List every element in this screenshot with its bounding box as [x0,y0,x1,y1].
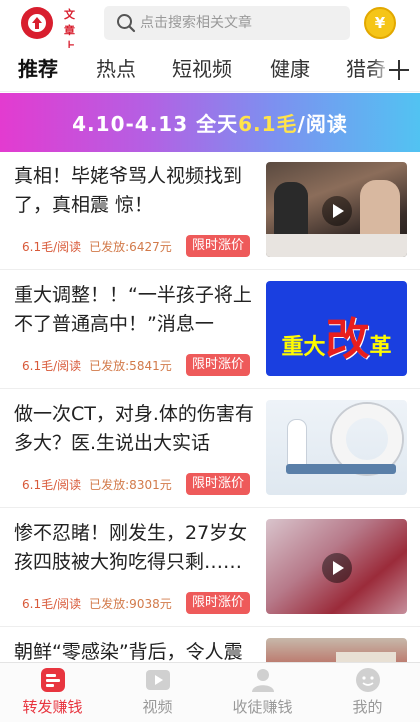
article-title[interactable]: 朝鲜“零感染”背后，令人震惊 [14,638,258,662]
add-channel-icon[interactable] [388,59,410,81]
tab-health[interactable]: 健康 [270,56,310,82]
read-rate: 6.1毛/阅读 [22,597,82,611]
read-rate: 6.1毛/阅读 [22,240,82,254]
nav-label: 视频 [142,698,173,716]
banner-text: 4.10-4.13 全天6.1毛/阅读 [0,108,420,137]
article-meta: 6.1毛/阅读 已发放:6427元 [22,238,172,255]
banner-suffix: /阅读 [297,112,348,136]
read-rate: 6.1毛/阅读 [22,359,82,373]
thumb-caption-small: 重大 [281,335,326,360]
search-icon [117,14,136,33]
video-icon [146,670,170,690]
article-item[interactable]: 真相！毕姥爷骂人视频找到了，真相震 惊！ 6.1毛/阅读 已发放:6427元 限时… [0,152,420,270]
article-thumbnail[interactable] [266,519,407,614]
nav-share-earn[interactable]: 转发赚钱 [0,663,105,722]
tab-hot[interactable]: 热点 [96,56,136,82]
nav-label: 我的 [352,698,383,716]
thumb-bed [286,464,396,474]
upload-logo-icon[interactable] [20,6,54,40]
article-meta: 6.1毛/阅读 已发放:9038元 [22,595,172,612]
article-title[interactable]: 惨不忍睹！刚发生，27岁女孩四肢被大狗吃得只剩…… [14,519,258,577]
bottom-nav: 转发赚钱 视频 收徒赚钱 我的 [0,662,420,722]
coin-icon[interactable]: ¥ [364,7,396,39]
tab-recommend[interactable]: 推荐 [18,56,58,82]
article-feed: 真相！毕姥爷骂人视频找到了，真相震 惊！ 6.1毛/阅读 已发放:6427元 限时… [0,152,420,662]
thumb-figure [274,182,308,242]
article-meta: 6.1毛/阅读 已发放:8301元 [22,476,172,493]
article-item[interactable]: 惨不忍睹！刚发生，27岁女孩四肢被大狗吃得只剩…… 6.1毛/阅读 已发放:903… [0,509,420,627]
article-title[interactable]: 真相！毕姥爷骂人视频找到了，真相震 惊！ [14,162,258,220]
thumb-caption: 重大改革 [266,303,407,367]
article-item[interactable]: 朝鲜“零感染”背后，令人震惊 [0,628,420,662]
article-item[interactable]: 重大调整！！“一半孩子将上不了普通高中！”消息一出…… 6.1毛/阅读已发放:5… [0,271,420,389]
thumb-figure [288,420,306,468]
nav-video[interactable]: 视频 [105,663,210,722]
banner-prefix: 4.10-4.13 全天 [72,112,239,136]
thumb-building [336,652,396,662]
play-icon[interactable] [322,553,352,583]
nav-recruit-earn[interactable]: 收徒赚钱 [210,663,315,722]
play-icon[interactable] [322,196,352,226]
app-header: 文章上传 ¥ [0,0,420,69]
article-thumbnail[interactable]: 重大改革 [266,281,407,376]
article-title[interactable]: 做一次CT，对身.体的伤害有多大？医.生说出大实话 [14,400,258,458]
share-earn-icon [41,668,65,692]
promo-badge: 限时涨价 [186,235,251,257]
banner-highlight: 6.1毛 [238,112,298,136]
nav-profile[interactable]: 我的 [315,663,420,722]
search-bar[interactable] [104,6,350,40]
nav-label: 转发赚钱 [22,698,83,716]
promo-badge: 限时涨价 [186,473,251,495]
paid-amount: 已发放:6427元 [89,240,172,254]
article-meta: 6.1毛/阅读 已发放:5841元 [22,357,172,374]
paid-amount: 已发放:5841元 [89,359,172,373]
tab-short-video[interactable]: 短视频 [172,56,232,82]
article-thumbnail[interactable] [266,162,407,257]
thumb-caption-big: 改 [325,314,370,365]
article-thumbnail[interactable] [266,638,407,662]
promo-badge: 限时涨价 [186,354,251,376]
promo-badge: 限时涨价 [186,592,251,614]
article-title[interactable]: 重大调整！！“一半孩子将上不了普通高中！”消息一出…… [14,281,258,339]
thumb-caption-end: 革 [369,335,392,360]
thumb-table [266,234,407,257]
paid-amount: 已发放:9038元 [89,597,172,611]
read-rate: 6.1毛/阅读 [22,478,82,492]
user-icon [252,669,274,692]
article-thumbnail[interactable] [266,400,407,495]
search-input[interactable] [140,10,340,36]
category-tabs: 推荐 热点 短视频 健康 猎奇 [0,48,420,92]
nav-label: 收徒赚钱 [232,698,293,716]
paid-amount: 已发放:8301元 [89,478,172,492]
promo-banner[interactable]: 4.10-4.13 全天6.1毛/阅读 [0,93,420,152]
article-item[interactable]: 做一次CT，对身.体的伤害有多大？医.生说出大实话 6.1毛/阅读 已发放:830… [0,390,420,508]
profile-icon [356,668,380,692]
